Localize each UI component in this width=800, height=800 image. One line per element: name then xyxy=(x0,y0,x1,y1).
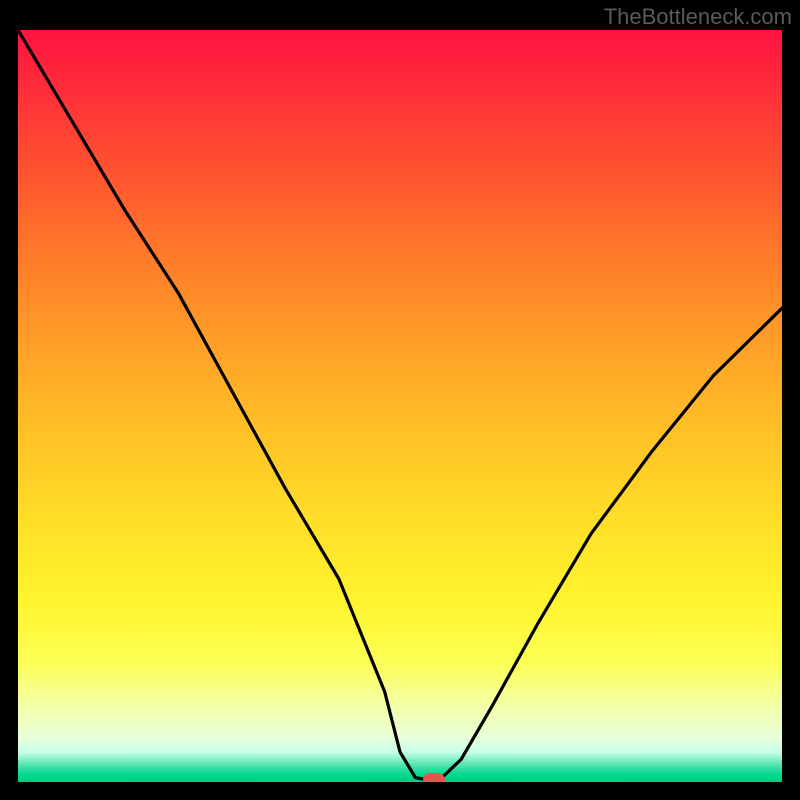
watermark-text: TheBottleneck.com xyxy=(604,4,792,30)
curve-line xyxy=(18,30,782,782)
chart-plot-area xyxy=(18,30,782,782)
minimum-marker xyxy=(423,773,445,782)
